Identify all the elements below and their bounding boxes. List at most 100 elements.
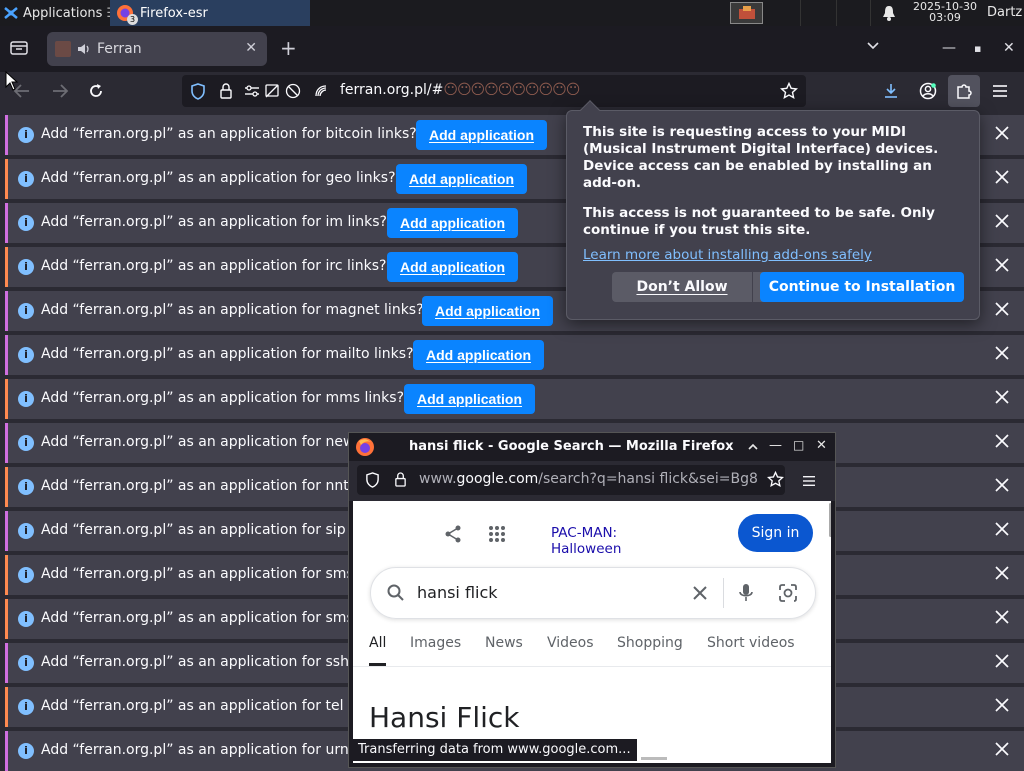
autoplay-blocked-icon[interactable] [285, 83, 301, 99]
xfce-logo-icon [4, 7, 18, 19]
add-application-button[interactable]: Add application [404, 384, 535, 414]
minimize-window-icon[interactable]: — [942, 40, 956, 56]
dont-allow-button[interactable]: Don’t Allow [612, 272, 752, 302]
close-icon[interactable] [994, 609, 1010, 625]
close-icon[interactable] [994, 301, 1010, 317]
filter-tab-all[interactable]: All [369, 635, 387, 666]
window2-titlebar[interactable]: hansi flick - Google Search — Mozilla Fi… [349, 433, 835, 461]
apps-grid-icon[interactable] [488, 525, 506, 543]
google-search-box[interactable]: hansi flick [370, 567, 816, 619]
search-icon[interactable] [387, 584, 405, 602]
close-icon[interactable] [994, 169, 1010, 185]
hamburger-menu-icon[interactable] [992, 84, 1008, 98]
share-icon[interactable] [444, 525, 462, 543]
reload-icon [90, 84, 102, 97]
mouse-pointer-icon [5, 71, 19, 91]
downloads-icon[interactable] [883, 83, 899, 99]
lens-camera-icon[interactable] [778, 583, 798, 603]
close-icon[interactable] [994, 653, 1010, 669]
bookmark-star-icon[interactable] [780, 82, 798, 100]
url-emoji-fragment: 😶😶😶😶😶😶😶😶😶😶 [443, 82, 580, 98]
add-application-button[interactable]: Add application [422, 296, 553, 326]
lock-icon[interactable] [219, 83, 233, 99]
info-icon: i [18, 259, 34, 275]
clock[interactable]: 2025-10-30 03:09 [910, 1, 980, 23]
window2-shade-chevron-up-icon[interactable] [747, 443, 759, 451]
window2-minimize-icon[interactable]: — [769, 438, 782, 453]
search-query-text[interactable]: hansi flick [417, 583, 498, 602]
add-application-button[interactable]: Add application [416, 120, 547, 150]
firefox-view-icon[interactable] [10, 40, 28, 56]
filter-tab-shopping[interactable]: Shopping [617, 635, 683, 651]
list-tabs-chevron-down-icon[interactable] [866, 41, 880, 51]
window2-url-bar[interactable]: www.google.com/search?q=hansi flick&sei=… [357, 465, 785, 495]
close-icon[interactable] [994, 213, 1010, 229]
tracking-protection-shield-icon[interactable] [190, 83, 206, 100]
notification-message: Add “ferran.org.pl” as an application fo… [41, 258, 387, 274]
filter-tab-news[interactable]: News [485, 635, 523, 651]
info-icon: i [18, 699, 34, 715]
tab-close-icon[interactable]: ✕ [245, 40, 257, 56]
lock-icon[interactable] [394, 472, 407, 487]
hamburger-menu-icon[interactable] [802, 475, 816, 487]
url-bar[interactable]: ferran.org.pl/#😶😶😶😶😶😶😶😶😶😶 [182, 75, 806, 107]
add-application-button[interactable]: Add application [387, 252, 518, 282]
page-scrollbar[interactable] [829, 503, 831, 537]
window2-maximize-icon[interactable]: □ [793, 438, 804, 452]
applications-label: Applications [23, 5, 103, 21]
learn-more-link[interactable]: Learn more about installing add-ons safe… [583, 247, 872, 263]
tab-ferran[interactable]: Ferran ✕ [47, 32, 267, 66]
add-application-button[interactable]: Add application [396, 164, 527, 194]
forward-button[interactable] [48, 80, 72, 102]
account-icon[interactable] [919, 82, 937, 100]
user-name[interactable]: Dartz [987, 5, 1022, 20]
close-icon[interactable] [994, 125, 1010, 141]
filter-tab-images[interactable]: Images [410, 635, 461, 651]
close-icon[interactable] [994, 741, 1010, 757]
google-doodle-link[interactable]: PAC-MAN: Halloween [551, 525, 641, 553]
puzzle-piece-icon [957, 84, 972, 99]
info-icon: i [18, 435, 34, 451]
voice-search-microphone-icon[interactable] [739, 583, 753, 603]
filter-tab-videos[interactable]: Videos [547, 635, 594, 651]
sign-in-button[interactable]: Sign in [738, 514, 813, 552]
app-thumbnail-icon [738, 6, 755, 19]
info-icon: i [18, 127, 34, 143]
close-icon[interactable] [994, 257, 1010, 273]
window2-title: hansi flick - Google Search — Mozilla Fi… [409, 439, 734, 454]
notification-message: Add “ferran.org.pl” as an application fo… [41, 742, 370, 758]
clear-search-close-icon[interactable] [692, 585, 708, 601]
close-icon[interactable] [994, 345, 1010, 361]
close-icon[interactable] [994, 477, 1010, 493]
close-icon[interactable] [994, 697, 1010, 713]
forward-arrow-icon [53, 84, 69, 98]
add-application-button[interactable]: Add application [413, 340, 544, 370]
notification-bell-icon[interactable] [882, 5, 896, 21]
applications-menu[interactable]: Applications ☰ [0, 0, 118, 26]
reload-button[interactable] [84, 80, 108, 102]
continue-to-installation-button[interactable]: Continue to Installation [760, 272, 964, 302]
window2-close-icon[interactable]: ✕ [816, 438, 827, 453]
close-icon[interactable] [994, 389, 1010, 405]
bookmark-star-icon[interactable] [767, 471, 784, 488]
addon-install-icon[interactable] [313, 83, 329, 99]
tray-app-thumbnail[interactable] [730, 2, 763, 24]
notification-message: Add “ferran.org.pl” as an application fo… [41, 170, 396, 186]
new-tab-plus-icon[interactable]: + [280, 38, 297, 58]
filter-tab-short-videos[interactable]: Short videos [707, 635, 795, 651]
notification-message: Add “ferran.org.pl” as an application fo… [41, 522, 367, 538]
extensions-button[interactable] [948, 75, 980, 107]
close-window-icon[interactable]: ✕ [1003, 40, 1015, 56]
close-icon[interactable] [994, 521, 1010, 537]
shield-icon[interactable] [365, 472, 380, 488]
close-icon[interactable] [994, 565, 1010, 581]
maximize-window-icon[interactable]: ▪ [974, 42, 981, 55]
midi-blocked-icon[interactable] [264, 83, 280, 99]
taskbar-task-firefox[interactable]: 3 Firefox-esr [110, 0, 310, 26]
permissions-icon[interactable] [244, 84, 260, 98]
close-icon[interactable] [994, 433, 1010, 449]
info-icon: i [18, 611, 34, 627]
speaker-icon[interactable] [77, 42, 91, 56]
add-application-button[interactable]: Add application [387, 208, 518, 238]
notification-message: Add “ferran.org.pl” as an application fo… [41, 302, 424, 318]
